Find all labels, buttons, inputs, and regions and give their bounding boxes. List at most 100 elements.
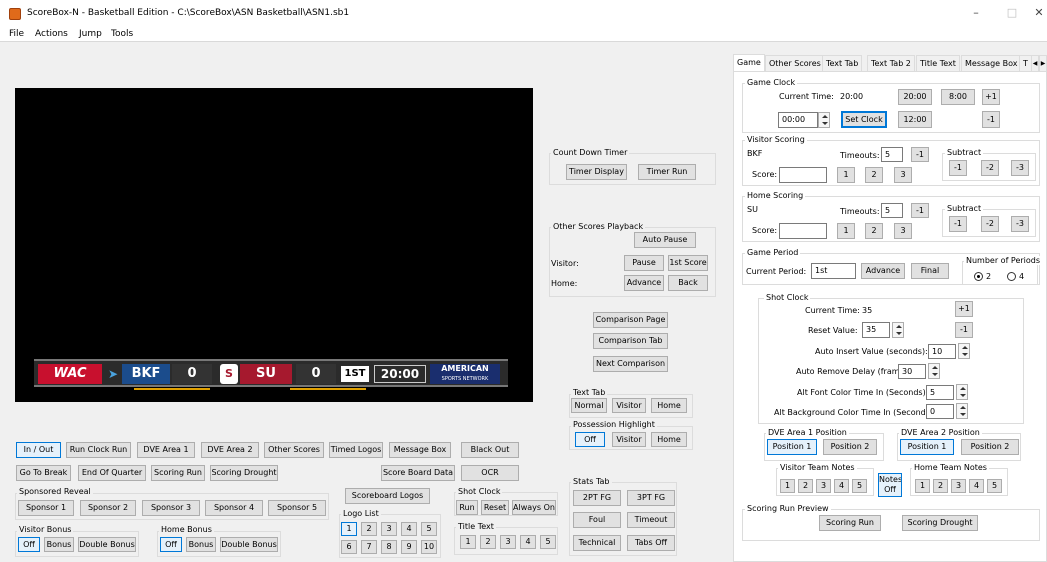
tab-text-tab-2[interactable]: Text Tab 2 xyxy=(867,55,915,71)
set-clock-button[interactable]: Set Clock xyxy=(841,111,887,128)
home-bonus-button[interactable]: Bonus xyxy=(186,537,216,552)
title-text-2-button[interactable]: 2 xyxy=(480,535,496,549)
stats-foul-button[interactable]: Foul xyxy=(573,512,621,528)
home-timeout-minus-1-button[interactable]: -1 xyxy=(911,203,929,218)
sponsor-1-button[interactable]: Sponsor 1 xyxy=(18,500,74,516)
logo-3-button[interactable]: 3 xyxy=(381,522,397,536)
home-advance-button[interactable]: Advance xyxy=(624,275,664,291)
logo-4-button[interactable]: 4 xyxy=(401,522,417,536)
dve2-position-1-button[interactable]: Position 1 xyxy=(900,439,954,455)
title-text-3-button[interactable]: 3 xyxy=(500,535,516,549)
menu-tools[interactable]: Tools xyxy=(111,27,133,41)
tab-other-scores[interactable]: Other Scores xyxy=(765,55,825,71)
logo-9-button[interactable]: 9 xyxy=(401,540,417,554)
text-tab-home-button[interactable]: Home xyxy=(651,398,687,413)
clock-8-00-button[interactable]: 8:00 xyxy=(941,89,975,105)
visitor-double-bonus-button[interactable]: Double Bonus xyxy=(78,537,136,552)
logo-7-button[interactable]: 7 xyxy=(361,540,377,554)
visitor-note-1-button[interactable]: 1 xyxy=(780,479,795,493)
shot-clock-plus-1-button[interactable]: +1 xyxy=(955,301,973,317)
preview-scoring-run-button[interactable]: Scoring Run xyxy=(819,515,881,531)
minimize-button[interactable]: – xyxy=(959,4,993,22)
clock-12-00-button[interactable]: 12:00 xyxy=(898,111,932,128)
tab-game[interactable]: Game xyxy=(733,54,765,72)
visitor-bonus-button[interactable]: Bonus xyxy=(44,537,74,552)
stats-2pt-fg-button[interactable]: 2PT FG xyxy=(573,490,621,506)
dve1-position-2-button[interactable]: Position 2 xyxy=(823,439,877,455)
visitor-note-5-button[interactable]: 5 xyxy=(852,479,867,493)
home-note-2-button[interactable]: 2 xyxy=(933,479,948,493)
title-text-4-button[interactable]: 4 xyxy=(520,535,536,549)
next-comparison-button[interactable]: Next Comparison xyxy=(593,356,668,372)
home-note-1-button[interactable]: 1 xyxy=(915,479,930,493)
visitor-add-2-button[interactable]: 2 xyxy=(865,167,883,183)
home-subtract-1-button[interactable]: -1 xyxy=(949,216,967,232)
run-clock-run-button[interactable]: Run Clock Run xyxy=(66,442,131,458)
notes-off-button[interactable]: Notes Off xyxy=(878,473,902,497)
sponsor-5-button[interactable]: Sponsor 5 xyxy=(268,500,326,516)
maximize-button[interactable]: □ xyxy=(995,4,1029,22)
visitor-timeout-minus-1-button[interactable]: -1 xyxy=(911,147,929,162)
shot-clock-reset-button[interactable]: Reset xyxy=(481,500,509,515)
home-subtract-2-button[interactable]: -2 xyxy=(981,216,999,232)
home-subtract-3-button[interactable]: -3 xyxy=(1011,216,1029,232)
auto-remove-spinner[interactable] xyxy=(928,363,940,379)
stats-tabs-off-button[interactable]: Tabs Off xyxy=(627,535,675,551)
text-tab-normal-button[interactable]: Normal xyxy=(571,398,607,413)
black-out-button[interactable]: Black Out xyxy=(461,442,519,458)
possession-visitor-button[interactable]: Visitor xyxy=(612,432,646,447)
logo-10-button[interactable]: 10 xyxy=(421,540,437,554)
clock-plus-1-button[interactable]: +1 xyxy=(982,89,1000,105)
scoreboard-logos-button[interactable]: Scoreboard Logos xyxy=(345,488,430,504)
shot-clock-always-on-button[interactable]: Always On xyxy=(512,500,556,515)
timed-logos-button[interactable]: Timed Logos xyxy=(329,442,383,458)
home-add-3-button[interactable]: 3 xyxy=(894,223,912,239)
visitor-subtract-3-button[interactable]: -3 xyxy=(1011,160,1029,176)
visitor-score-input[interactable] xyxy=(779,167,827,183)
alt-font-input[interactable]: 5 xyxy=(926,385,954,400)
sponsor-2-button[interactable]: Sponsor 2 xyxy=(80,500,136,516)
menu-file[interactable]: File xyxy=(9,27,24,41)
logo-5-button[interactable]: 5 xyxy=(421,522,437,536)
home-score-input[interactable] xyxy=(779,223,827,239)
auto-pause-button[interactable]: Auto Pause xyxy=(634,232,696,248)
visitor-add-1-button[interactable]: 1 xyxy=(837,167,855,183)
home-add-2-button[interactable]: 2 xyxy=(865,223,883,239)
visitor-note-4-button[interactable]: 4 xyxy=(834,479,849,493)
in-out-button[interactable]: In / Out xyxy=(16,442,61,458)
end-of-quarter-button[interactable]: End Of Quarter xyxy=(78,465,146,481)
logo-6-button[interactable]: 6 xyxy=(341,540,357,554)
menu-jump[interactable]: Jump xyxy=(79,27,102,41)
sponsor-3-button[interactable]: Sponsor 3 xyxy=(142,500,200,516)
clock-time-spinner[interactable] xyxy=(818,112,830,128)
periods-2-radio[interactable] xyxy=(974,272,983,281)
clock-20-00-button[interactable]: 20:00 xyxy=(898,89,932,105)
current-period-input[interactable]: 1st xyxy=(811,263,856,279)
period-advance-button[interactable]: Advance xyxy=(861,263,905,279)
text-tab-visitor-button[interactable]: Visitor xyxy=(612,398,646,413)
home-add-1-button[interactable]: 1 xyxy=(837,223,855,239)
home-note-5-button[interactable]: 5 xyxy=(987,479,1002,493)
score-board-data-button[interactable]: Score Board Data xyxy=(381,465,455,481)
tab-overflow[interactable]: T xyxy=(1019,55,1032,71)
dve2-position-2-button[interactable]: Position 2 xyxy=(961,439,1019,455)
stats-timeout-button[interactable]: Timeout xyxy=(627,512,675,528)
home-note-4-button[interactable]: 4 xyxy=(969,479,984,493)
logo-2-button[interactable]: 2 xyxy=(361,522,377,536)
preview-scoring-drought-button[interactable]: Scoring Drought xyxy=(902,515,978,531)
go-to-break-button[interactable]: Go To Break xyxy=(16,465,71,481)
periods-4-radio[interactable] xyxy=(1007,272,1016,281)
close-button[interactable]: ✕ xyxy=(1031,4,1047,22)
reset-value-input[interactable]: 35 xyxy=(862,322,890,338)
first-score-button[interactable]: 1st Score xyxy=(668,255,708,271)
clock-minus-1-button[interactable]: -1 xyxy=(982,111,1000,128)
home-double-bonus-button[interactable]: Double Bonus xyxy=(220,537,278,552)
other-scores-button[interactable]: Other Scores xyxy=(264,442,324,458)
tab-message-box[interactable]: Message Box xyxy=(961,55,1022,71)
scoring-drought-button[interactable]: Scoring Drought xyxy=(210,465,278,481)
dve1-position-1-button[interactable]: Position 1 xyxy=(767,439,817,455)
timer-display-button[interactable]: Timer Display xyxy=(566,164,627,180)
auto-insert-spinner[interactable] xyxy=(958,343,970,359)
home-bonus-off-button[interactable]: Off xyxy=(160,537,182,552)
ocr-button[interactable]: OCR xyxy=(461,465,519,481)
